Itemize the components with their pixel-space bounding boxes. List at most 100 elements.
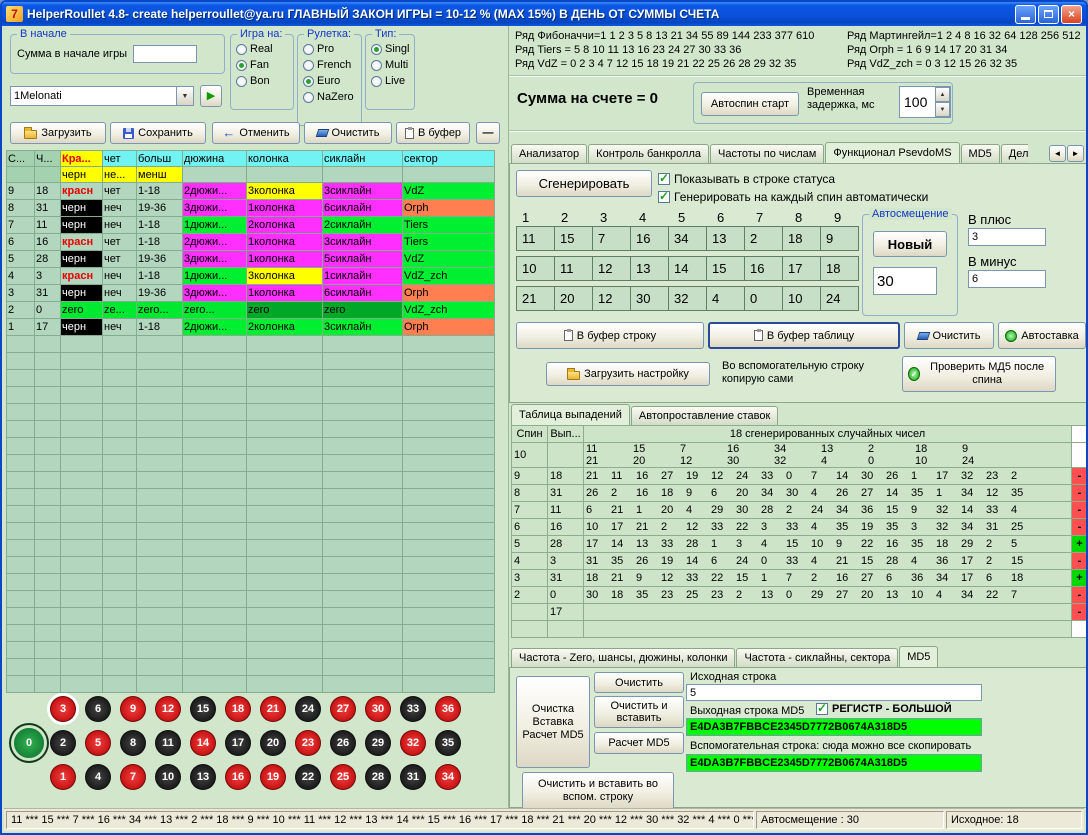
- main-tab-3[interactable]: Функционал PsevdoMS: [825, 142, 959, 163]
- spin-number-cell[interactable]: 3: [512, 570, 548, 587]
- history-empty-cell[interactable]: [247, 404, 323, 421]
- close-button[interactable]: ×: [1061, 5, 1082, 24]
- generate-button[interactable]: Сгенерировать: [516, 170, 652, 197]
- history-empty-cell[interactable]: [35, 591, 61, 608]
- spinner-down-icon[interactable]: ▼: [935, 102, 950, 117]
- history-empty-cell[interactable]: [183, 472, 247, 489]
- history-cell[interactable]: 1колонка: [247, 234, 323, 251]
- history-empty-cell[interactable]: [7, 387, 35, 404]
- history-cell[interactable]: 19-36: [137, 285, 183, 302]
- history-empty-cell[interactable]: [183, 404, 247, 421]
- board-number-19[interactable]: 19: [260, 764, 286, 790]
- history-empty-cell[interactable]: [137, 455, 183, 472]
- gen-cell[interactable]: 15: [706, 256, 745, 281]
- board-number-23[interactable]: 23: [295, 730, 321, 756]
- spin-numbers-cell[interactable]: 3135261914624033421152843617215: [584, 553, 1072, 570]
- spin-result-cell[interactable]: 11: [548, 502, 584, 519]
- main-tab-0[interactable]: Анализатор: [511, 144, 587, 163]
- spin-number-cell[interactable]: 6: [512, 519, 548, 536]
- auxiliary-string-field[interactable]: [686, 754, 982, 772]
- history-cell[interactable]: чет: [103, 234, 137, 251]
- history-empty-cell[interactable]: [137, 421, 183, 438]
- radio-option-fan[interactable]: Fan: [231, 57, 293, 73]
- radio-option-live[interactable]: Live: [366, 73, 414, 89]
- history-cell[interactable]: 18: [35, 183, 61, 200]
- history-empty-cell[interactable]: [103, 540, 137, 557]
- history-empty-cell[interactable]: [35, 353, 61, 370]
- history-empty-cell[interactable]: [103, 659, 137, 676]
- history-cell[interactable]: чет: [103, 251, 137, 268]
- collapse-button[interactable]: —: [476, 122, 500, 144]
- history-empty-cell[interactable]: [183, 387, 247, 404]
- history-empty-cell[interactable]: [183, 642, 247, 659]
- history-empty-cell[interactable]: [61, 540, 103, 557]
- history-empty-cell[interactable]: [323, 370, 403, 387]
- history-empty-cell[interactable]: [323, 421, 403, 438]
- freq-tab-1[interactable]: Частота - сиклайны, сектора: [736, 648, 898, 667]
- board-number-10[interactable]: 10: [155, 764, 181, 790]
- history-empty-cell[interactable]: [247, 642, 323, 659]
- history-cell[interactable]: 3дюжи...: [183, 251, 247, 268]
- start-sum-input[interactable]: [133, 45, 197, 63]
- history-empty-cell[interactable]: [35, 438, 61, 455]
- history-empty-cell[interactable]: [103, 523, 137, 540]
- radio-option-bon[interactable]: Bon: [231, 73, 293, 89]
- board-number-22[interactable]: 22: [295, 764, 321, 790]
- history-empty-cell[interactable]: [403, 404, 495, 421]
- history-empty-cell[interactable]: [35, 455, 61, 472]
- autoshift-value-input[interactable]: [873, 267, 937, 295]
- history-empty-cell[interactable]: [103, 421, 137, 438]
- radio-option-french[interactable]: French: [298, 57, 361, 73]
- gen-cell[interactable]: 10: [782, 286, 821, 311]
- gen-cell[interactable]: 21: [516, 286, 555, 311]
- history-empty-cell[interactable]: [103, 387, 137, 404]
- history-empty-cell[interactable]: [103, 608, 137, 625]
- history-empty-cell[interactable]: [137, 523, 183, 540]
- history-empty-cell[interactable]: [7, 506, 35, 523]
- md5-clear-button[interactable]: Очистить: [594, 672, 684, 693]
- history-cell[interactable]: 2сиклайн: [323, 217, 403, 234]
- history-empty-cell[interactable]: [61, 370, 103, 387]
- source-string-input[interactable]: [686, 684, 982, 701]
- history-empty-cell[interactable]: [183, 438, 247, 455]
- spin-number-cell[interactable]: [512, 604, 548, 621]
- history-cell[interactable]: 1-18: [137, 217, 183, 234]
- board-number-30[interactable]: 30: [365, 696, 391, 722]
- history-empty-cell[interactable]: [61, 523, 103, 540]
- history-cell[interactable]: 2дюжи...: [183, 319, 247, 336]
- history-empty-cell[interactable]: [103, 370, 137, 387]
- history-cell[interactable]: 6сиклайн: [323, 200, 403, 217]
- history-cell[interactable]: 0: [35, 302, 61, 319]
- history-cell[interactable]: чет: [103, 183, 137, 200]
- history-empty-cell[interactable]: [35, 489, 61, 506]
- history-cell[interactable]: неч: [103, 268, 137, 285]
- history-empty-cell[interactable]: [137, 557, 183, 574]
- history-cell[interactable]: Orph: [403, 200, 495, 217]
- history-empty-cell[interactable]: [137, 404, 183, 421]
- gen-cell[interactable]: 18: [782, 226, 821, 251]
- spin-number-cell[interactable]: 2: [512, 587, 548, 604]
- play-button[interactable]: ▶: [200, 85, 222, 107]
- history-empty-cell[interactable]: [7, 353, 35, 370]
- minus-input[interactable]: [968, 270, 1046, 288]
- history-cell[interactable]: 3дюжи...: [183, 200, 247, 217]
- history-empty-cell[interactable]: [7, 472, 35, 489]
- history-cell[interactable]: Orph: [403, 285, 495, 302]
- autobet-button[interactable]: Автоставка: [998, 322, 1086, 349]
- board-number-29[interactable]: 29: [365, 730, 391, 756]
- history-empty-cell[interactable]: [247, 336, 323, 353]
- history-cell[interactable]: 2дюжи...: [183, 234, 247, 251]
- history-empty-cell[interactable]: [403, 438, 495, 455]
- gen-cell[interactable]: 12: [592, 286, 631, 311]
- history-empty-cell[interactable]: [183, 557, 247, 574]
- board-number-26[interactable]: 26: [330, 730, 356, 756]
- history-empty-cell[interactable]: [137, 642, 183, 659]
- history-empty-cell[interactable]: [35, 659, 61, 676]
- copy-buffer-button[interactable]: В буфер: [396, 122, 470, 144]
- history-cell[interactable]: 1дюжи...: [183, 217, 247, 234]
- history-empty-cell[interactable]: [323, 676, 403, 693]
- history-empty-cell[interactable]: [183, 353, 247, 370]
- history-empty-cell[interactable]: [403, 676, 495, 693]
- history-cell[interactable]: 1-18: [137, 183, 183, 200]
- history-empty-cell[interactable]: [61, 574, 103, 591]
